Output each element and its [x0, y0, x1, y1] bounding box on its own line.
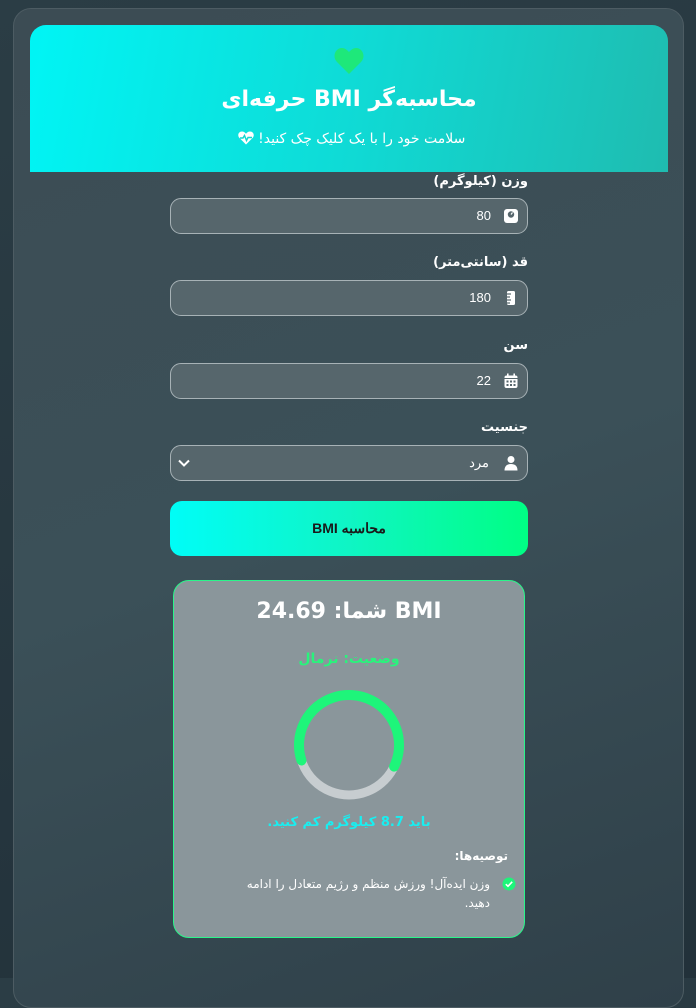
gender-value: مرد — [469, 455, 489, 470]
bmi-status: وضعیت: نرمال — [298, 651, 400, 667]
calculate-button[interactable]: محاسبه BMI — [170, 501, 528, 556]
calendar-icon — [504, 373, 518, 388]
height-input[interactable]: 180 — [170, 280, 528, 316]
ruler-icon — [507, 291, 515, 305]
bmi-gauge — [294, 690, 404, 800]
gauge-progress — [294, 690, 404, 800]
age-input[interactable]: 22 — [170, 363, 528, 399]
app-header: محاسبه‌گر BMI حرفه‌ای سلامت خود را با یک… — [30, 25, 668, 172]
user-icon — [504, 456, 518, 471]
chevron-down-icon — [178, 459, 190, 467]
page-subtitle: سلامت خود را با یک کلیک چک کنید! — [30, 131, 668, 147]
bmi-value: BMI شما: 24.69 — [256, 599, 442, 624]
weight-input[interactable]: 80 — [170, 198, 528, 234]
weight-scale-icon — [504, 209, 518, 223]
height-label: قد (سانتی‌متر) — [433, 255, 528, 270]
result-card: BMI شما: 24.69 وضعیت: نرمال باید 8.7 کیل… — [173, 580, 525, 938]
weight-value: 80 — [476, 208, 491, 223]
recommendation-item: وزن ایده‌آل! ورزش منظم و رژیم متعادل را … — [246, 877, 490, 910]
heart-pulse-icon — [237, 131, 254, 145]
weight-label: وزن (کیلوگرم) — [433, 174, 528, 189]
age-value: 22 — [476, 373, 491, 388]
age-label: سن — [503, 338, 528, 353]
gender-label: جنسیت — [481, 420, 528, 435]
gender-select[interactable]: مرد — [170, 445, 528, 481]
page-title: محاسبه‌گر BMI حرفه‌ای — [221, 87, 477, 112]
height-value: 180 — [469, 290, 491, 305]
check-circle-icon — [502, 877, 516, 891]
weight-advice: باید 8.7 کیلوگرم کم کنید. — [267, 815, 431, 830]
heart-icon — [334, 48, 364, 74]
subtitle-text: سلامت خود را با یک کلیک چک کنید! — [258, 131, 466, 147]
recommendations-title: توصیه‌ها: — [454, 849, 508, 863]
